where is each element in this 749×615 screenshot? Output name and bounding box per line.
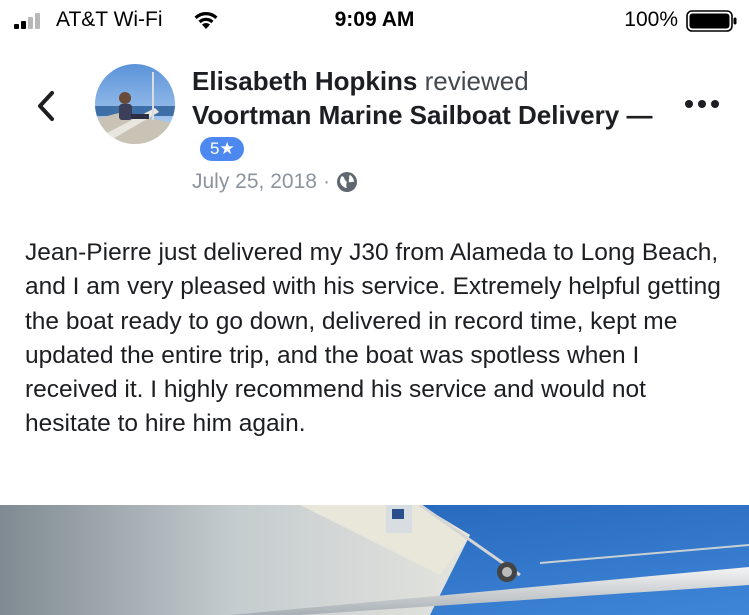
facebook-review-screen: AT&T Wi-Fi 9:09 AM 100% Elisabeth Hopkin… [0, 0, 749, 615]
post-headline: Elisabeth Hopkins reviewed Voortman Mari… [192, 64, 662, 166]
separator-dash: — [626, 100, 653, 130]
action-text: reviewed [424, 66, 529, 96]
battery-icon [686, 10, 737, 32]
author-avatar-photo [95, 64, 175, 144]
back-button[interactable] [24, 84, 68, 128]
post-meta: July 25, 2018 · [192, 168, 662, 196]
author-name-link[interactable]: Elisabeth Hopkins [192, 66, 417, 96]
review-text: Jean-Pierre just delivered my J30 from A… [25, 239, 721, 438]
post-header: Elisabeth Hopkins reviewed Voortman Mari… [192, 64, 662, 196]
review-photo[interactable] [0, 505, 749, 615]
more-options-button[interactable] [682, 92, 722, 116]
sailboat-photo [0, 505, 749, 615]
avatar[interactable] [95, 64, 175, 144]
page-name-link[interactable]: Voortman Marine Sailboat Delivery [192, 100, 619, 130]
globe-icon [336, 172, 357, 192]
battery-percent: 100% [624, 8, 678, 31]
chevron-left-icon [38, 91, 54, 121]
meta-separator: · [322, 170, 330, 193]
status-bar: AT&T Wi-Fi 9:09 AM 100% [0, 0, 749, 40]
more-horizontal-icon [685, 100, 719, 108]
post-date-link[interactable]: July 25, 2018 [192, 168, 317, 196]
rating-badge: 5★ [200, 137, 244, 161]
